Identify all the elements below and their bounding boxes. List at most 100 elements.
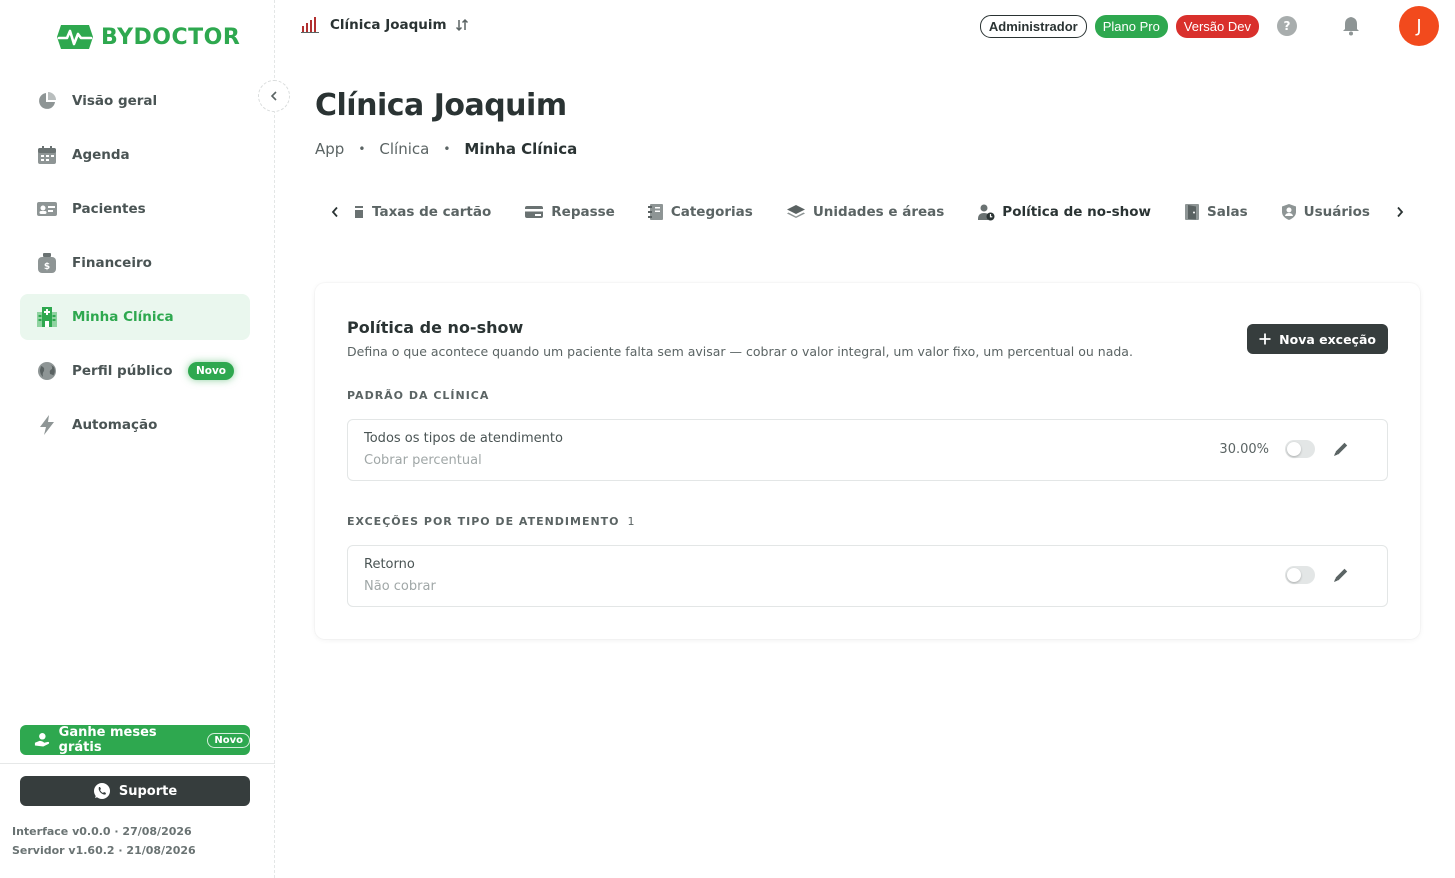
exceptions-section-title: EXCEÇÕES POR TIPO DE ATENDIMENTO (347, 515, 620, 528)
sidebar-item-automacao[interactable]: Automação (20, 402, 250, 448)
pencil-icon[interactable] (1331, 565, 1351, 585)
sidebar-item-visao-geral[interactable]: Visão geral (20, 78, 250, 124)
rule-name: Todos os tipos de atendimento (364, 431, 563, 446)
sidebar-item-minha-clinica[interactable]: Minha Clínica (20, 294, 250, 340)
transfer-icon (525, 206, 544, 218)
section-description: Defina o que acontece quando um paciente… (347, 344, 1133, 359)
user-clock-icon (978, 204, 995, 221)
plus-icon (1259, 333, 1271, 345)
sidebar-item-label: Pacientes (72, 201, 146, 217)
tab-label: Repasse (551, 204, 615, 220)
plan-badge: Plano Pro (1094, 14, 1168, 38)
tab-label: Salas (1207, 204, 1248, 220)
brand-logo[interactable]: BYDOCTOR (55, 22, 240, 52)
collapse-sidebar-button[interactable] (258, 80, 290, 112)
free-months-button[interactable]: Ganhe meses grátis Novo (20, 725, 250, 755)
globe-icon (36, 360, 58, 382)
breadcrumb-app[interactable]: App (315, 140, 344, 158)
notebook-icon (647, 204, 663, 220)
swap-arrows-icon (455, 18, 468, 32)
avatar[interactable]: J (1399, 6, 1439, 46)
tab-list: Taxas de cartão Repasse Categorias Unida… (350, 196, 1385, 228)
rule-toggle[interactable] (1285, 440, 1315, 458)
chevron-left-icon (270, 91, 277, 101)
breadcrumb-clinica[interactable]: Clínica (379, 140, 429, 158)
sidebar-item-label: Minha Clínica (72, 309, 174, 325)
tab-label: Usuários (1303, 204, 1370, 220)
sidebar-divider (0, 763, 275, 764)
rule-action: Cobrar percentual (364, 453, 482, 468)
sidebar-item-pacientes[interactable]: Pacientes (20, 186, 250, 232)
tabs-scroll-right-button[interactable] (1385, 196, 1415, 228)
tab-politica-de-no-show[interactable]: Política de no-show (977, 196, 1151, 228)
tab-unidades-e-areas[interactable]: Unidades e áreas (786, 196, 944, 228)
page-title: Clínica Joaquim (315, 88, 567, 123)
clinic-name: Clínica Joaquim (330, 17, 447, 33)
tab-categorias[interactable]: Categorias (647, 196, 753, 228)
role-badge: Administrador (979, 14, 1087, 38)
section-title: Política de no-show (347, 318, 524, 337)
user-shield-icon (1281, 204, 1296, 220)
rule-controls (1285, 565, 1351, 585)
tab-label: Taxas de cartão (372, 204, 492, 220)
tab-salas[interactable]: Salas (1184, 196, 1248, 228)
help-icon[interactable]: ? (1277, 16, 1297, 36)
sidebar: BYDOCTOR Visão geral Agenda Pacientes $ … (0, 0, 275, 878)
heartbeat-logo-icon (57, 25, 93, 49)
breadcrumb: App • Clínica • Minha Clínica (315, 140, 577, 158)
money-bag-icon: $ (36, 252, 58, 274)
support-button[interactable]: Suporte (20, 776, 250, 806)
interface-version: Interface v0.0.0 · 27/08/2026 (12, 825, 192, 838)
svg-text:$: $ (44, 262, 50, 272)
breadcrumb-separator: • (443, 142, 451, 156)
settings-tabs: Taxas de cartão Repasse Categorias Unida… (320, 196, 1415, 236)
breadcrumb-separator: • (358, 142, 366, 156)
new-badge: Novo (207, 732, 250, 748)
id-card-icon (36, 198, 58, 220)
clinic-logo-icon (301, 17, 319, 33)
tab-label: Categorias (670, 204, 753, 220)
env-badge: Versão Dev (1175, 14, 1259, 38)
tabs-scroll-left-button[interactable] (320, 196, 350, 228)
tab-repasse[interactable]: Repasse (524, 196, 615, 228)
brand-name: BYDOCTOR (101, 24, 241, 50)
bell-icon[interactable] (1341, 16, 1361, 36)
sidebar-item-label: Financeiro (72, 255, 152, 271)
chevron-right-icon (1397, 206, 1404, 218)
default-rule-row: Todos os tipos de atendimento Cobrar per… (347, 419, 1388, 481)
default-section-label: PADRÃO DA CLÍNICA (347, 389, 490, 402)
new-badge: Novo (187, 362, 234, 380)
header-actions: Administrador Plano Pro Versão Dev ? J (979, 6, 1439, 46)
gift-hand-icon (34, 733, 50, 747)
chevron-left-icon (331, 206, 338, 218)
support-label: Suporte (118, 783, 178, 799)
exceptions-count: 1 (627, 515, 635, 528)
breadcrumb-current: Minha Clínica (464, 140, 578, 158)
door-icon (1185, 204, 1200, 220)
server-version: Servidor v1.60.2 · 21/08/2026 (12, 844, 196, 857)
tab-label: Unidades e áreas (812, 204, 945, 220)
sidebar-item-perfil-publico[interactable]: Perfil público Novo (20, 348, 250, 394)
pencil-icon[interactable] (1331, 439, 1351, 459)
sidebar-item-label: Automação (72, 417, 158, 433)
lightning-icon (36, 414, 58, 436)
new-exception-button[interactable]: Nova exceção (1247, 324, 1388, 354)
free-months-label: Ganhe meses grátis (58, 725, 157, 755)
calendar-icon (36, 144, 58, 166)
hospital-icon (36, 306, 58, 328)
rule-controls: 30.00% (1219, 439, 1351, 459)
sidebar-nav: Visão geral Agenda Pacientes $ Financeir… (20, 78, 250, 456)
exceptions-section-label: EXCEÇÕES POR TIPO DE ATENDIMENTO 1 (347, 515, 635, 528)
tab-usuarios[interactable]: Usuários (1281, 196, 1370, 228)
sidebar-item-financeiro[interactable]: $ Financeiro (20, 240, 250, 286)
rule-value: 30.00% (1219, 441, 1269, 457)
layers-icon (786, 205, 805, 218)
new-exception-label: Nova exceção (1279, 331, 1376, 347)
no-show-policy-card: Política de no-show Defina o que acontec… (315, 283, 1420, 639)
clinic-switcher[interactable]: Clínica Joaquim (300, 16, 469, 34)
sidebar-item-label: Visão geral (72, 93, 158, 109)
tab-taxas-de-cartao[interactable]: Taxas de cartão (353, 196, 491, 228)
sidebar-item-agenda[interactable]: Agenda (20, 132, 250, 178)
tab-label: Política de no-show (1002, 204, 1152, 220)
rule-toggle[interactable] (1285, 566, 1315, 584)
